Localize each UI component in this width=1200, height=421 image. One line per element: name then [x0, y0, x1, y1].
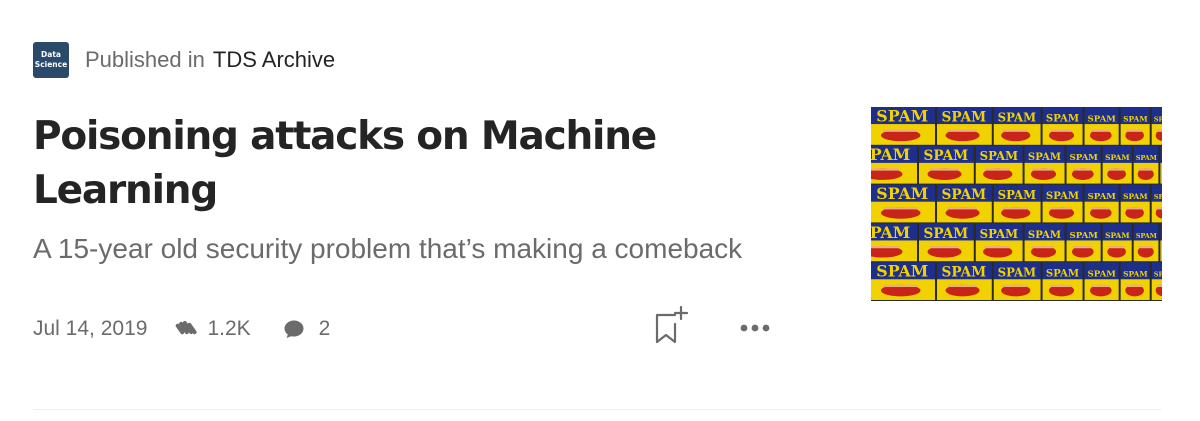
more-horizontal-icon	[740, 324, 770, 332]
spam-can: SPAM	[1133, 223, 1159, 262]
spam-can: SPAM	[1066, 145, 1101, 184]
can-label: SPAM	[1069, 153, 1098, 163]
spam-can: SPAM	[919, 145, 974, 184]
claps-count: 1.2K	[207, 317, 251, 340]
publication-row: Data Science Published in TDS Archive	[33, 42, 335, 78]
comments[interactable]: 2	[281, 316, 331, 342]
spam-can: SPAM	[975, 145, 1023, 184]
can-label: SPAM	[1087, 114, 1116, 124]
spam-can: SPAM	[937, 107, 992, 145]
spam-can: SPAM	[993, 184, 1041, 223]
can-label: SPAM	[1154, 115, 1162, 123]
bookmark-button[interactable]	[652, 304, 692, 348]
can-label: SPAM	[1046, 191, 1079, 202]
can-label: SPAM	[1046, 269, 1079, 280]
can-label: SPAM	[998, 110, 1036, 124]
can-label: SPAM	[876, 107, 928, 125]
spam-can: SPAM	[1120, 107, 1150, 145]
published-in-label: Published in	[85, 47, 205, 72]
can-label: SPAM	[1046, 113, 1079, 124]
can-label: SPAM	[876, 262, 928, 281]
can-label: SPAM	[1028, 152, 1061, 163]
can-label: SPAM	[1087, 270, 1116, 280]
spam-can: SPAM	[1042, 262, 1083, 300]
spam-can: SPAM	[937, 262, 992, 300]
publication-name-link[interactable]: TDS Archive	[213, 47, 335, 73]
can-label: SPAM	[1105, 153, 1129, 162]
spam-can: SPAM	[1102, 145, 1132, 184]
article-thumbnail[interactable]: SPAM SPAM SPAM SPAM SPAM SPAM SPAM SPAM SPAM SPAM…	[871, 107, 1162, 301]
can-label: SPAM	[1069, 231, 1098, 241]
publication-logo-line1: Data	[41, 50, 61, 59]
spam-cans-image: SPAM SPAM SPAM SPAM SPAM SPAM SPAM SPAM SPAM SPAM…	[871, 107, 1162, 301]
spam-can: SPAM	[1151, 262, 1162, 300]
can-label: SPAM	[876, 184, 928, 203]
can-label: SPAM	[942, 109, 987, 125]
spam-can: SPAM	[1120, 262, 1150, 300]
spam-can: SPAM	[993, 262, 1041, 300]
can-label: SPAM	[998, 266, 1036, 280]
spam-can: SPAM	[1102, 223, 1132, 262]
spam-can: SPAM	[871, 184, 935, 223]
article-subtitle[interactable]: A 15-year old security problem that’s ma…	[33, 230, 813, 268]
can-label: SPAM	[1154, 193, 1162, 201]
spam-can: SPAM	[1120, 184, 1150, 223]
spam-can: SPAM	[1084, 262, 1119, 300]
can-label: SPAM	[871, 223, 910, 242]
spam-can: SPAM	[1160, 145, 1162, 184]
publish-date: Jul 14, 2019	[33, 317, 148, 340]
can-label: SPAM	[1087, 192, 1116, 202]
spam-can: SPAM	[1024, 223, 1065, 262]
clap-icon	[176, 320, 198, 335]
can-label: SPAM	[1136, 232, 1157, 240]
comments-count: 2	[318, 317, 331, 340]
can-label: SPAM	[1105, 231, 1129, 240]
spam-can: SPAM	[871, 107, 935, 145]
spam-can: SPAM	[1084, 184, 1119, 223]
article-title[interactable]: Poisoning attacks on Machine Learning	[33, 110, 813, 218]
can-label: SPAM	[1123, 192, 1147, 201]
publication-text: Published in TDS Archive	[85, 47, 335, 73]
card-divider	[33, 409, 1162, 410]
article-meta: Jul 14, 2019 1.2K 2	[33, 312, 330, 346]
spam-can: SPAM	[1066, 223, 1101, 262]
can-label: SPAM	[942, 265, 987, 281]
can-label: SPAM	[1123, 270, 1147, 279]
can-label: SPAM	[942, 187, 987, 203]
spam-can: SPAM	[871, 262, 935, 300]
can-label: SPAM	[924, 226, 969, 242]
claps[interactable]: 1.2K	[175, 316, 251, 342]
spam-can: SPAM	[975, 223, 1023, 262]
can-label: SPAM	[998, 188, 1036, 202]
spam-can: SPAM	[1024, 145, 1065, 184]
spam-can: SPAM	[871, 223, 917, 262]
can-label: SPAM	[980, 227, 1018, 241]
spam-can: SPAM	[871, 145, 917, 184]
can-label: SPAM	[1154, 271, 1162, 279]
spam-can: SPAM	[937, 184, 992, 223]
more-options-button[interactable]	[735, 312, 775, 344]
spam-can: SPAM	[1160, 223, 1162, 262]
spam-can: SPAM	[1151, 184, 1162, 223]
can-label: SPAM	[980, 149, 1018, 163]
spam-can: SPAM	[993, 107, 1041, 145]
spam-can: SPAM	[1042, 184, 1083, 223]
publication-logo-line2: Science	[34, 60, 68, 69]
can-label: SPAM	[1028, 230, 1061, 241]
spam-can: SPAM	[1042, 107, 1083, 145]
publication-logo[interactable]: Data Science	[33, 42, 69, 78]
can-label: SPAM	[1136, 154, 1157, 162]
spam-can: SPAM	[1151, 107, 1162, 145]
can-label: SPAM	[871, 145, 910, 164]
spam-can: SPAM	[1084, 107, 1119, 145]
spam-can: SPAM	[919, 223, 974, 262]
bookmark-add-icon	[655, 305, 689, 344]
can-label: SPAM	[1123, 114, 1147, 123]
article-card[interactable]: Data Science Published in TDS Archive Po…	[0, 0, 1200, 421]
can-label: SPAM	[924, 148, 969, 164]
comment-icon	[284, 320, 304, 338]
spam-can: SPAM	[1133, 145, 1159, 184]
